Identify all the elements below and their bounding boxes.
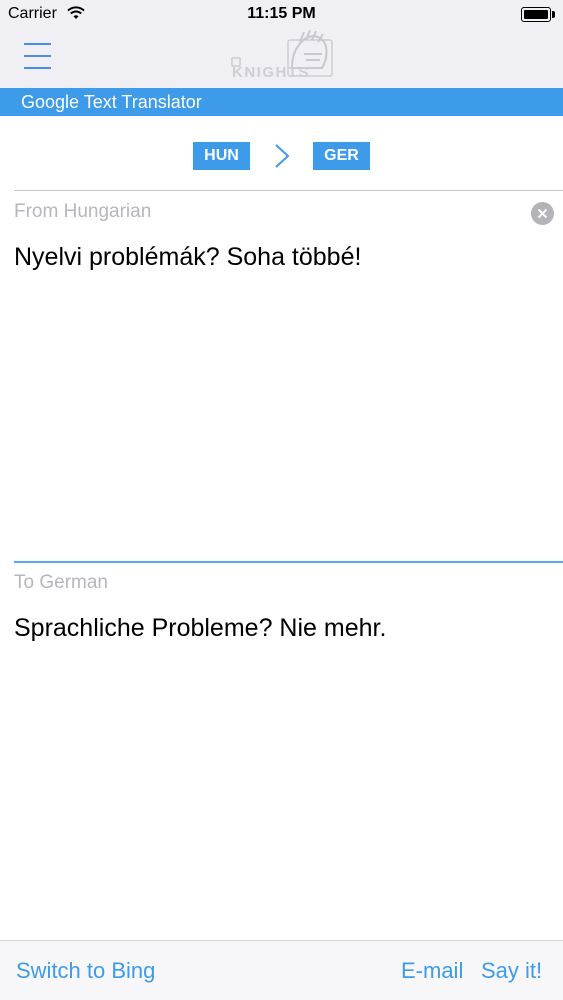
translation-output: Sprachliche Probleme? Nie mehr.: [14, 614, 387, 642]
email-button[interactable]: E-mail: [401, 958, 463, 984]
clear-icon: [537, 208, 548, 219]
target-language-button[interactable]: GER: [313, 142, 370, 170]
source-language-button[interactable]: HUN: [193, 142, 250, 170]
divider-active: [14, 561, 563, 563]
switch-to-bing-button[interactable]: Switch to Bing: [16, 958, 155, 984]
app-title: Google Text Translator: [21, 92, 202, 112]
app-title-band: Google Text Translator: [0, 88, 563, 116]
menu-button[interactable]: [22, 40, 54, 72]
source-language-label: From Hungarian: [14, 201, 152, 222]
knights-logo: KNIGHTS: [230, 28, 334, 82]
target-language-label: To German: [14, 572, 108, 593]
battery-icon: [521, 7, 555, 22]
source-text-input[interactable]: Nyelvi problémák? Soha többé!: [14, 242, 544, 542]
chevron-right-icon[interactable]: [272, 142, 292, 170]
clear-text-button[interactable]: [531, 202, 554, 225]
bottom-toolbar: Switch to Bing E-mail Say it!: [0, 940, 563, 1000]
logo-text: KNIGHTS: [232, 64, 310, 81]
status-time: 11:15 PM: [247, 5, 316, 22]
divider: [14, 190, 563, 191]
navigation-bar: Carrier 11:15 PM KNIGHTS: [0, 0, 563, 88]
status-bar: Carrier 11:15 PM: [0, 0, 563, 30]
say-it-button[interactable]: Say it!: [481, 958, 542, 984]
